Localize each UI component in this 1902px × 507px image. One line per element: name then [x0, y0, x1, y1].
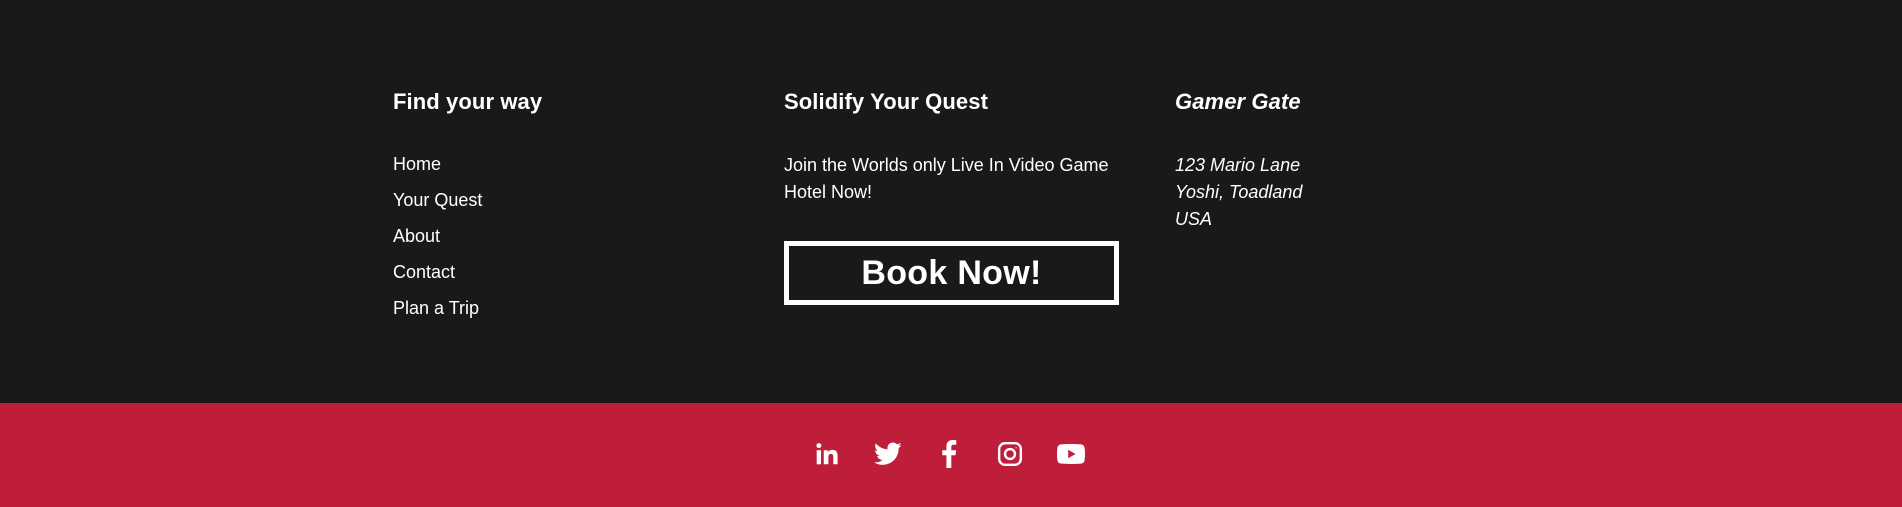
social-links: [812, 437, 1086, 471]
list-item: Your Quest: [393, 188, 482, 224]
address: 123 Mario Lane Yoshi, Toadland USA: [1175, 152, 1302, 233]
address-street: 123 Mario Lane: [1175, 155, 1301, 175]
list-item: About: [393, 224, 482, 260]
youtube-icon[interactable]: [1056, 437, 1086, 471]
about-link[interactable]: About: [393, 226, 440, 246]
list-item: Plan a Trip: [393, 296, 482, 332]
find-your-way-heading: Find your way: [393, 89, 543, 114]
twitter-icon[interactable]: [873, 437, 903, 471]
home-link[interactable]: Home: [393, 154, 441, 174]
footer-main: Find your way Home Your Quest About Cont…: [0, 0, 1902, 403]
solidify-quest-heading: Solidify Your Quest: [784, 89, 989, 114]
facebook-icon[interactable]: [934, 437, 964, 471]
instagram-icon[interactable]: [995, 437, 1025, 471]
list-item: Contact: [393, 260, 482, 296]
gamer-gate-heading: Gamer Gate: [1175, 89, 1301, 114]
book-now-button[interactable]: Book Now!: [784, 241, 1119, 305]
linkedin-icon[interactable]: [812, 437, 842, 471]
address-city: Yoshi, Toadland: [1175, 182, 1303, 202]
address-country: USA: [1175, 209, 1213, 229]
your-quest-link[interactable]: Your Quest: [393, 190, 482, 210]
footer-nav-list: Home Your Quest About Contact Plan a Tri…: [393, 152, 482, 332]
plan-a-trip-link[interactable]: Plan a Trip: [393, 298, 479, 318]
social-bar: [0, 403, 1902, 507]
contact-link[interactable]: Contact: [393, 262, 455, 282]
list-item: Home: [393, 152, 482, 188]
quest-description: Join the Worlds only Live In Video Game …: [784, 155, 1109, 202]
